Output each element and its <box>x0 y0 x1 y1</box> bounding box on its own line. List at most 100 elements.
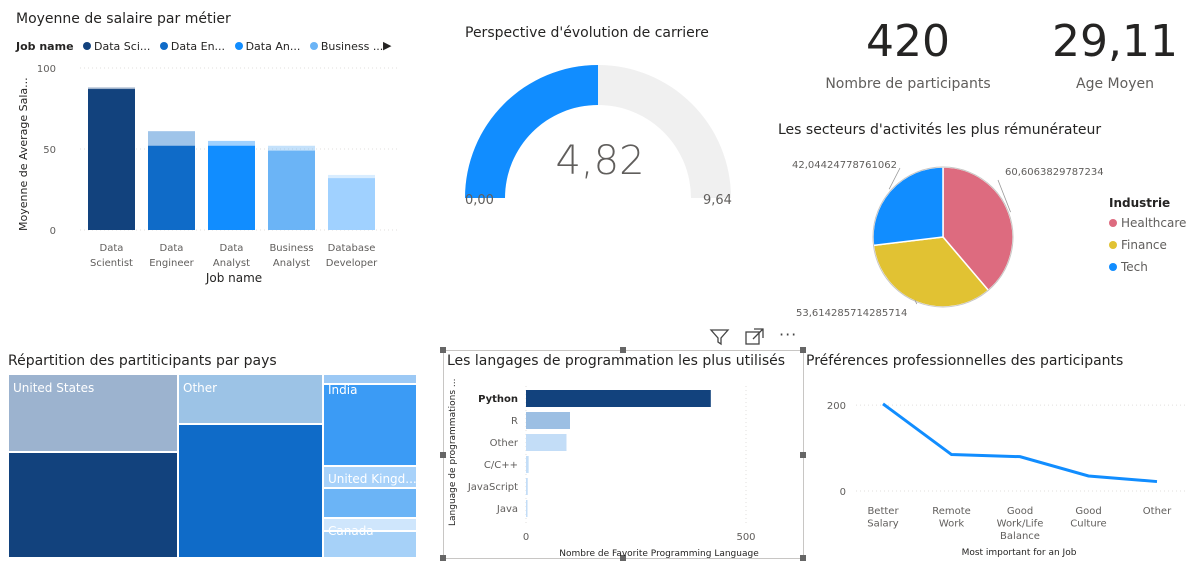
salary-y-tick: 100 <box>37 64 56 75</box>
treemap-cell-canada[interactable]: Canada <box>323 524 417 558</box>
salary-y-axis-label: Moyenne de Average Sala... <box>17 77 30 231</box>
legend-dot-icon <box>159 42 168 50</box>
salary-legend-item-3[interactable]: Business ... <box>321 40 384 53</box>
salary-x-tick: Data <box>160 243 184 254</box>
preferences-x-tick: Good <box>1075 506 1101 517</box>
salary-legend-item-2[interactable]: Data An... <box>246 40 301 53</box>
languages-bar[interactable] <box>526 434 567 451</box>
languages-category-label: JavaScript <box>467 482 518 493</box>
preferences-line-chart: 0 200 Better Salary Remote Work Good Work/Life… <box>827 401 1186 558</box>
salary-x-axis-label: Job name <box>205 271 262 285</box>
salary-legend[interactable]: Job name Data Sci... Data En... Data An.… <box>16 40 383 53</box>
languages-category-label: Other <box>490 438 519 449</box>
preferences-chart-title-text: Préférences professionnelles des partici… <box>806 353 1124 369</box>
languages-category-label: Python <box>478 394 518 405</box>
salary-x-tick: Analyst <box>273 258 310 269</box>
languages-bar[interactable] <box>526 500 528 517</box>
pie-legend-item[interactable]: Healthcare <box>1109 216 1186 230</box>
salary-x-tick: Data <box>220 243 244 254</box>
salary-bar[interactable] <box>88 89 135 230</box>
preferences-x-tick: Better <box>867 506 899 517</box>
salary-x-tick: Analyst <box>213 258 250 269</box>
treemap-cell-uk-top[interactable]: United Kingd... <box>323 466 417 488</box>
treemap-label: India <box>328 383 358 397</box>
languages-category-label: R <box>511 416 518 427</box>
salary-bar[interactable] <box>208 145 255 230</box>
salary-y-tick: 50 <box>43 145 56 156</box>
gauge-max-label: 9,64 <box>703 193 732 208</box>
salary-legend-item-0[interactable]: Data Sci... <box>94 40 150 53</box>
pie-legend-item[interactable]: Finance <box>1109 238 1186 252</box>
gauge-min-label: 0,00 <box>465 193 494 208</box>
salary-bar[interactable] <box>328 178 375 230</box>
pie-data-label: 60,6063829787234 <box>1005 167 1104 178</box>
preferences-x-tick: Culture <box>1070 519 1106 530</box>
languages-x-tick: 500 <box>736 532 755 543</box>
industry-pie-chart: 60,6063829787234 53,614285714285714 42,044… <box>792 160 1104 319</box>
legend-dot-icon <box>1109 219 1117 227</box>
legend-dot-icon <box>234 42 243 50</box>
age-average-value: 29,11 <box>1052 16 1178 67</box>
salary-bar[interactable] <box>148 145 195 230</box>
salary-bar[interactable] <box>268 150 315 230</box>
salary-x-tick: Developer <box>326 258 378 269</box>
pie-slice[interactable] <box>872 166 944 247</box>
treemap-label: Canada <box>328 524 374 538</box>
languages-bar[interactable] <box>526 478 528 495</box>
pie-chart-title: Les secteurs d'activités les plus rémuné… <box>778 122 1102 138</box>
salary-legend-title: Job name <box>16 40 74 53</box>
languages-x-tick: 0 <box>523 532 529 543</box>
legend-dot-icon <box>309 42 318 50</box>
pie-data-label: 53,614285714285714 <box>796 308 907 319</box>
salary-x-tick: Database <box>328 243 376 254</box>
treemap-cell-uk[interactable] <box>323 488 417 518</box>
participants-count: 420 <box>866 16 950 67</box>
resize-handle[interactable] <box>440 347 446 353</box>
country-treemap: United States Other India United Kingd..… <box>8 374 417 558</box>
treemap-cell-other[interactable] <box>178 424 323 558</box>
treemap-cell-india[interactable]: India <box>323 383 417 466</box>
participants-label: Nombre de participants <box>825 76 991 92</box>
salary-x-tick: Engineer <box>149 258 194 269</box>
gauge-title: Perspective d'évolution de carriere <box>465 25 709 41</box>
salary-y-tick: 0 <box>50 226 56 237</box>
preferences-y-tick: 0 <box>840 487 846 498</box>
salary-bar-chart: 0 50 100 Data Scientist Data Engineer Data Anal… <box>17 64 400 285</box>
pie-legend-label: Healthcare <box>1121 216 1187 230</box>
pie-data-label: 42,04424778761062 <box>792 160 897 171</box>
treemap-label: United Kingd... <box>328 472 417 486</box>
legend-next-arrow-icon[interactable]: ▶ <box>383 39 391 52</box>
salary-x-tick: Business <box>269 243 313 254</box>
treemap-title: Répartition des partiticipants par pays <box>8 353 277 369</box>
preferences-x-tick: Work/Life <box>997 519 1044 530</box>
preferences-chart-title: Préférences professionnelles des partici… <box>806 353 1186 369</box>
treemap-cell-united-states[interactable] <box>8 452 178 558</box>
treemap-cell-united-states-other[interactable]: United States <box>8 374 178 452</box>
salary-chart-title: Moyenne de salaire par métier <box>16 11 231 27</box>
salary-legend-item-1[interactable]: Data En... <box>171 40 225 53</box>
pie-legend-title: Industrie <box>1109 196 1171 210</box>
legend-dot-icon <box>83 42 92 50</box>
preferences-x-tick: Balance <box>1000 531 1040 542</box>
languages-bar[interactable] <box>526 412 570 429</box>
preferences-y-tick: 200 <box>827 401 846 412</box>
treemap-cell-other-top[interactable]: Other <box>178 374 323 424</box>
filter-icon[interactable] <box>709 327 731 347</box>
preferences-x-tick: Other <box>1143 506 1172 517</box>
languages-category-label: Java <box>496 504 518 515</box>
languages-category-label: C/C++ <box>484 460 518 471</box>
salary-x-tick: Data <box>100 243 124 254</box>
legend-dot-icon <box>1109 263 1117 271</box>
gauge-value: 4,82 <box>555 138 645 184</box>
career-gauge <box>465 65 731 198</box>
pie-legend: Healthcare Finance Tech <box>1109 216 1186 282</box>
treemap-label: Other <box>183 381 218 395</box>
languages-bar[interactable] <box>526 456 529 473</box>
focus-mode-icon[interactable] <box>744 327 766 347</box>
pie-legend-item[interactable]: Tech <box>1109 260 1186 274</box>
pie-legend-label: Tech <box>1121 260 1148 274</box>
more-options-icon[interactable]: ··· <box>779 325 797 344</box>
treemap-label: United States <box>13 381 95 395</box>
languages-chart-title: Les langages de programmation les plus u… <box>447 353 786 369</box>
languages-bar[interactable] <box>526 390 711 407</box>
